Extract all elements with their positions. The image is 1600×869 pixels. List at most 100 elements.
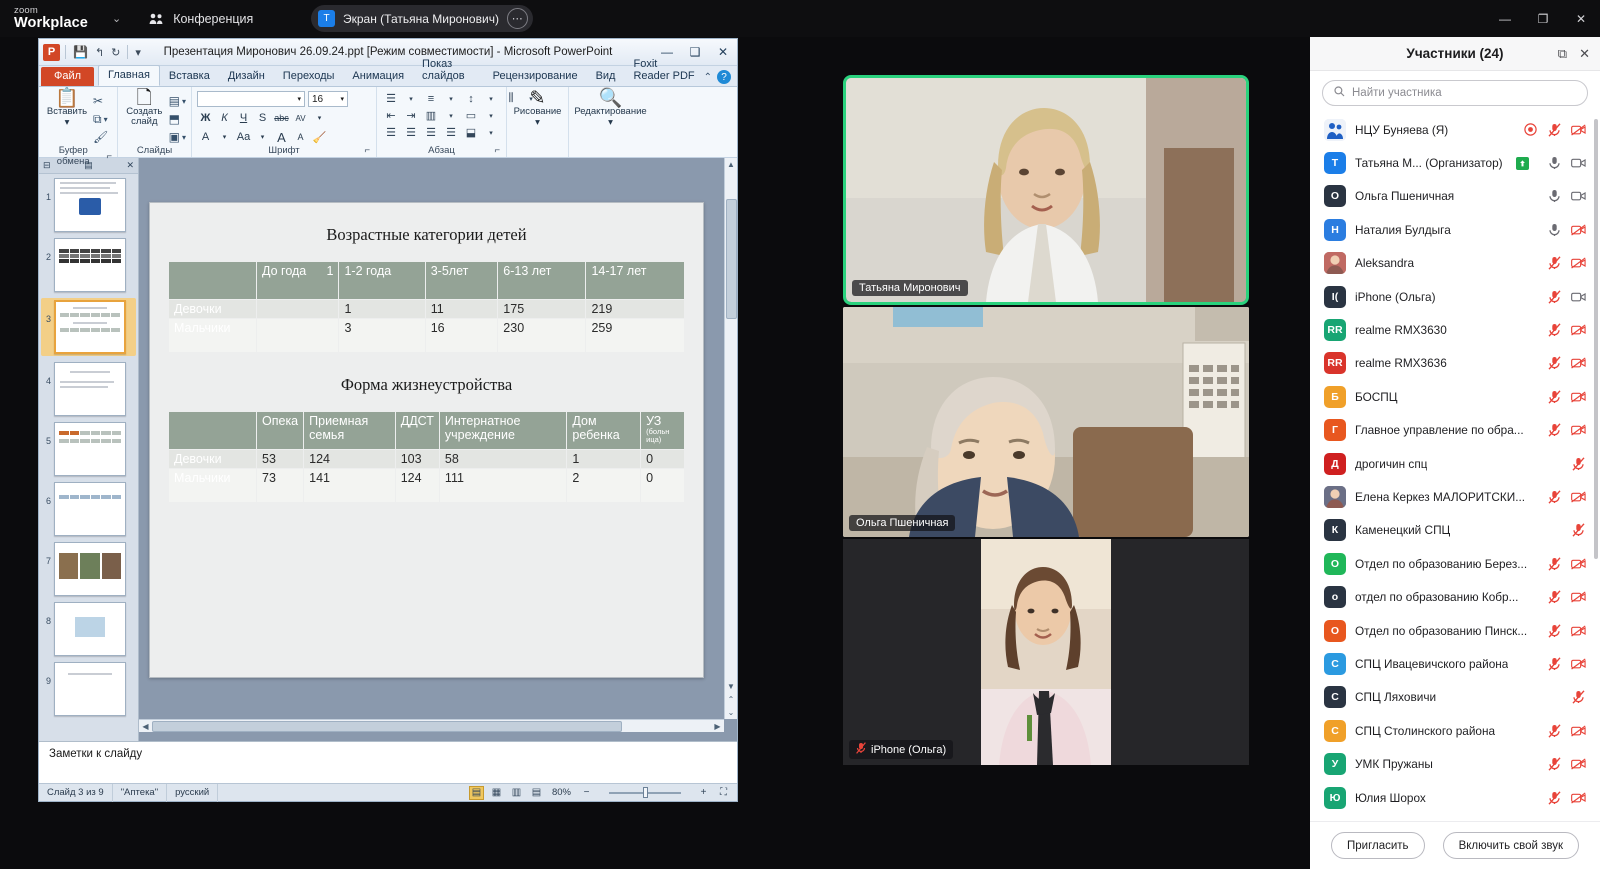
camera-off-icon[interactable] [1571,389,1586,404]
microphone-muted-icon[interactable] [1547,323,1562,338]
line-spacing-button[interactable]: ↕ [462,91,480,106]
close-icon[interactable]: ✕ [1562,0,1600,37]
increase-indent-button[interactable]: ⇥ [402,108,420,123]
slide-canvas[interactable]: Возрастные категории детей До года 1 1-2… [149,202,704,678]
font-size-input[interactable]: 16 ▾ [308,91,348,107]
more-options-icon[interactable]: ⋯ [506,8,528,29]
microphone-muted-icon[interactable] [1571,690,1586,705]
slide-horizontal-scrollbar[interactable]: ◀ ▶ [139,719,724,732]
microphone-muted-icon[interactable] [1571,523,1586,538]
strikethrough-button[interactable]: abc [273,110,290,126]
slide-vertical-scrollbar[interactable]: ▲ ▼ ⌃ ⌄ [724,158,737,719]
participant-row[interactable]: О Отдел по образованию Берез... [1310,547,1600,580]
cut-button[interactable]: ✂ [93,93,108,109]
character-spacing-button[interactable]: AV [292,110,309,126]
zoom-slider-knob[interactable] [643,787,648,798]
slide-notes-pane[interactable]: Заметки к слайду [39,741,737,783]
participant-row[interactable]: Б БОСПЦ [1310,380,1600,413]
tab-transitions[interactable]: Переходы [274,67,344,86]
chevron-down-icon[interactable]: ▾ [535,118,540,128]
chevron-down-icon[interactable]: ▾ [254,129,271,145]
chevron-down-icon[interactable]: ▾ [402,91,420,106]
participant-row[interactable]: RR realme RMX3630 [1310,313,1600,346]
camera-off-icon[interactable] [1571,256,1586,271]
minimize-icon[interactable]: — [1486,0,1524,37]
decrease-indent-button[interactable]: ⇤ [382,108,400,123]
font-color-button[interactable]: A [197,129,214,145]
participant-row[interactable]: У УМК Пружаны [1310,747,1600,780]
underline-button[interactable]: Ч [235,110,252,126]
microphone-muted-icon[interactable] [1571,456,1586,471]
camera-off-icon[interactable] [1571,423,1586,438]
microphone-icon[interactable] [1547,156,1562,171]
help-icon[interactable]: ? [717,70,731,84]
drawing-button[interactable]: ✎ Рисование ▾ [514,88,562,128]
justify-button[interactable]: ☰ [442,125,460,140]
participant-row[interactable]: RR realme RMX3636 [1310,347,1600,380]
participants-list[interactable]: НЦУ Буняева (Я) T Татьяна М... (Организато… [1310,113,1600,821]
align-left-button[interactable]: ☰ [382,125,400,140]
participant-row[interactable]: Ю Юлия Шорох [1310,781,1600,814]
reset-button[interactable]: ⬒ [169,111,186,127]
bold-button[interactable]: Ж [197,110,214,126]
camera-off-icon[interactable] [1571,323,1586,338]
shrink-font-button[interactable]: A [292,129,309,145]
chevron-down-icon[interactable]: ▾ [216,129,233,145]
chevron-down-icon[interactable]: ▾ [311,110,328,126]
popout-icon[interactable]: ⧉ [1558,46,1567,62]
chevron-down-icon[interactable]: ⌄ [112,12,121,25]
microphone-icon[interactable] [1547,222,1562,237]
camera-off-icon[interactable] [1571,790,1586,805]
participant-row[interactable]: Aleksandra [1310,247,1600,280]
participant-row[interactable]: О Отдел по образованию Пинск... [1310,614,1600,647]
maximize-icon[interactable]: ❐ [1524,0,1562,37]
thumbnail-item[interactable]: 2 [41,238,136,292]
screen-share-pill[interactable]: T Экран (Татьяна Миронович) ⋯ [311,5,533,32]
font-name-input[interactable]: ▾ [197,91,305,107]
align-right-button[interactable]: ☰ [422,125,440,140]
tab-home[interactable]: Главная [98,65,160,86]
participants-scrollbar[interactable] [1594,119,1598,559]
zoom-out-button[interactable]: − [579,786,594,800]
thumbnail-item-selected[interactable]: 3 [41,298,136,356]
chevron-down-icon[interactable]: ▾ [65,118,70,128]
microphone-muted-icon[interactable] [1547,723,1562,738]
text-shadow-button[interactable]: S [254,110,271,126]
tab-view[interactable]: Вид [587,67,625,86]
camera-off-icon[interactable] [1571,489,1586,504]
chevron-down-icon[interactable]: ▾ [482,125,500,140]
camera-off-icon[interactable] [1571,122,1586,137]
microphone-muted-icon[interactable] [1547,423,1562,438]
thumbnail-item[interactable]: 1 [41,178,136,232]
camera-off-icon[interactable] [1571,757,1586,772]
dialog-launcher-icon[interactable]: ⌐ [494,145,500,156]
participant-row[interactable]: Ддрогичин спц [1310,447,1600,480]
microphone-muted-icon[interactable] [1547,790,1562,805]
camera-icon[interactable] [1571,189,1586,204]
microphone-muted-icon[interactable] [1547,122,1562,137]
paste-button[interactable]: 📋 Вставить ▾ [44,88,90,128]
camera-off-icon[interactable] [1571,356,1586,371]
chevron-down-icon[interactable]: ▾ [442,91,460,106]
dialog-launcher-icon[interactable]: ⌐ [364,145,370,156]
fit-to-window-button[interactable]: ⛶ [716,786,731,800]
editing-button[interactable]: 🔍 Редактирование ▾ [574,88,647,128]
section-button[interactable]: ▣ ▾ [169,129,186,145]
chevron-down-icon[interactable]: ▾ [442,108,460,123]
participant-row[interactable]: T Татьяна М... (Организатор) [1310,146,1600,179]
view-slideshow-button[interactable]: ▤ [529,786,544,800]
scroll-right-icon[interactable]: ▶ [711,722,724,731]
chevron-down-icon[interactable]: ▾ [482,91,500,106]
chevron-down-icon[interactable]: ▾ [608,118,613,128]
layout-button[interactable]: ▤ ▾ [169,93,186,109]
microphone-muted-icon[interactable] [1547,623,1562,638]
italic-button[interactable]: К [216,110,233,126]
previous-slide-icon[interactable]: ⌃ [728,693,735,706]
invite-button[interactable]: Пригласить [1330,832,1425,859]
participant-row[interactable]: С СПЦ Ивацевичского района [1310,647,1600,680]
participant-row[interactable]: К Каменецкий СПЦ [1310,514,1600,547]
close-icon[interactable]: ✕ [1579,46,1590,62]
vertical-scroll-thumb[interactable] [725,199,737,319]
align-text-button[interactable]: ▭ [462,108,480,123]
tab-design[interactable]: Дизайн [219,67,274,86]
